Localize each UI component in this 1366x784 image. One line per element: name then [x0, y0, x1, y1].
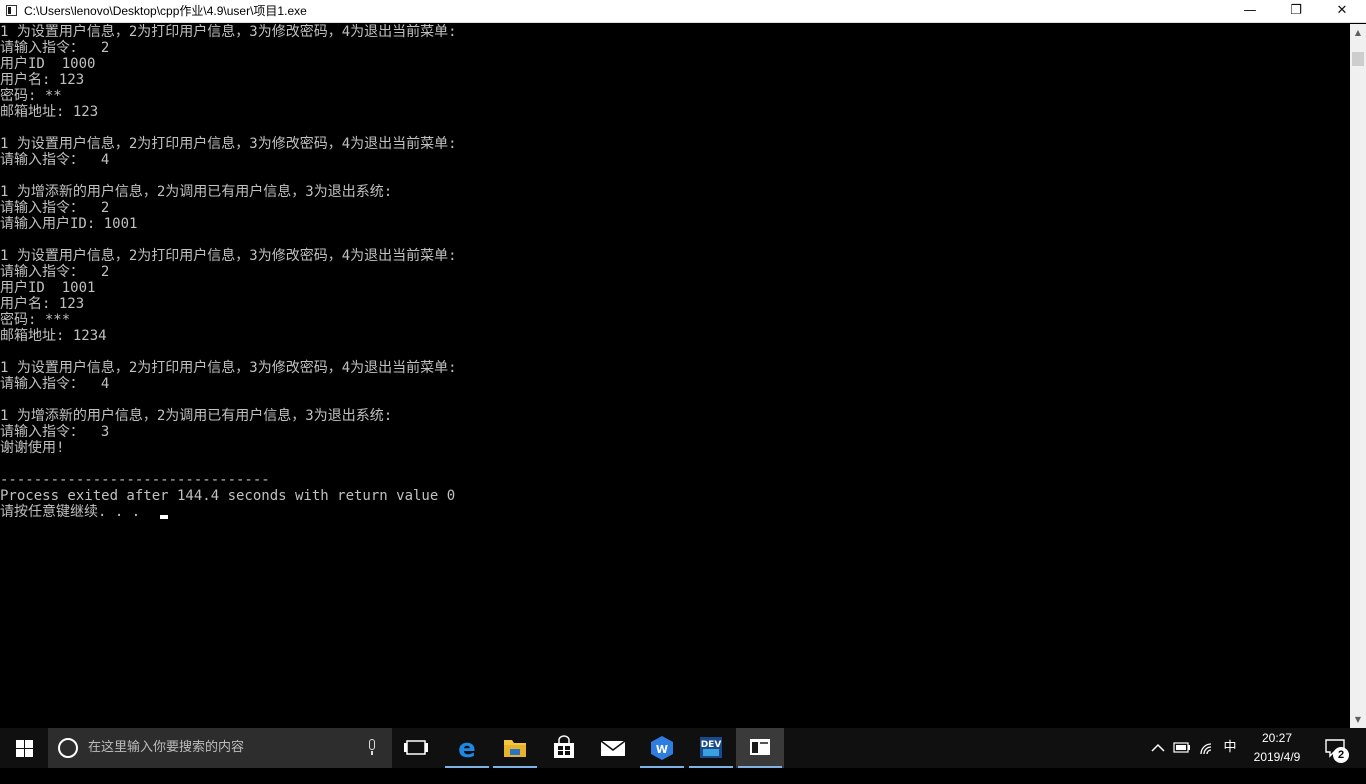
show-hidden-icons-button[interactable] — [1148, 728, 1168, 768]
console-line: 密码: ** — [0, 88, 62, 104]
edge-taskbar-button[interactable]: e — [443, 728, 491, 768]
console-line: 密码: *** — [0, 312, 71, 328]
dev-cpp-button[interactable]: DEV — [687, 728, 735, 768]
console-line: 请输入指令： 4 — [0, 376, 110, 392]
search-placeholder: 在这里输入你要搜索的内容 — [88, 740, 245, 755]
vertical-scrollbar[interactable]: ▲ ▼ — [1350, 24, 1366, 728]
console-line: 请输入用户ID: 1001 — [0, 216, 138, 232]
svg-text:W: W — [656, 743, 668, 756]
minimize-icon: — — [1243, 3, 1257, 18]
console-line: 用户名: 123 — [0, 296, 85, 312]
console-line: 请输入指令： 3 — [0, 424, 110, 440]
microphone-icon[interactable] — [367, 739, 377, 757]
console-taskbar-button[interactable] — [736, 728, 784, 768]
cortana-icon — [58, 738, 78, 758]
console-line: 请输入指令： 2 — [0, 40, 110, 56]
task-view-button[interactable] — [392, 728, 440, 768]
battery-button[interactable] — [1170, 728, 1194, 768]
console-line: 1 为设置用户信息，2为打印用户信息，3为修改密码，4为退出当前菜单: — [0, 136, 457, 152]
text-cursor — [160, 515, 168, 519]
console-icon — [750, 739, 770, 755]
chevron-up-icon — [1151, 743, 1165, 752]
clock-date[interactable]: 2019/4/9 — [1244, 749, 1310, 765]
close-button[interactable]: ✕ — [1319, 0, 1365, 22]
notification-count-badge: 2 — [1333, 747, 1349, 763]
console-app-icon — [6, 5, 17, 16]
file-explorer-button[interactable] — [491, 728, 539, 768]
minimize-button[interactable]: — — [1227, 0, 1273, 22]
console-line: -------------------------------- — [0, 472, 270, 488]
console-line: 用户ID 1001 — [0, 280, 96, 296]
scroll-thumb[interactable] — [1352, 52, 1364, 66]
dev-cpp-icon: DEV — [700, 737, 722, 758]
console-window: C:\Users\lenovo\Desktop\cpp作业\4.9\user\项… — [0, 0, 1366, 728]
scroll-down-arrow-icon[interactable]: ▼ — [1350, 711, 1366, 728]
svg-text:e: e — [458, 734, 476, 764]
network-button[interactable] — [1196, 728, 1220, 768]
battery-icon — [1173, 742, 1190, 753]
console-output[interactable]: 1 为设置用户信息，2为打印用户信息，3为修改密码，4为退出当前菜单: 请输入指… — [0, 24, 1350, 728]
restore-button[interactable]: ❐ — [1273, 0, 1319, 22]
task-view-icon — [404, 740, 428, 755]
console-line: 1 为设置用户信息，2为打印用户信息，3为修改密码，4为退出当前菜单: — [0, 248, 457, 264]
console-line: 请输入指令： 2 — [0, 264, 110, 280]
scroll-up-arrow-icon[interactable]: ▲ — [1350, 24, 1366, 41]
console-line: 1 为设置用户信息，2为打印用户信息，3为修改密码，4为退出当前菜单: — [0, 360, 457, 376]
wps-icon: W — [651, 736, 673, 760]
console-line: 邮箱地址: 123 — [0, 104, 99, 120]
restore-icon: ❐ — [1290, 3, 1302, 18]
close-icon: ✕ — [1336, 3, 1348, 18]
console-line: 请输入指令： 2 — [0, 200, 110, 216]
store-button[interactable] — [540, 728, 588, 768]
console-line: 1 为增添新的用户信息，2为调用已有用户信息，3为退出系统: — [0, 408, 393, 424]
clock-time[interactable]: 20:27 — [1244, 730, 1310, 746]
input-method-indicator[interactable]: 中 — [1218, 728, 1242, 768]
wps-button[interactable]: W — [638, 728, 686, 768]
console-line: 请输入指令： 4 — [0, 152, 110, 168]
console-line: Process exited after 144.4 seconds with … — [0, 488, 456, 504]
console-line: 1 为设置用户信息，2为打印用户信息，3为修改密码，4为退出当前菜单: — [0, 24, 457, 40]
wifi-icon — [1200, 743, 1212, 755]
folder-icon — [504, 740, 526, 757]
window-title: C:\Users\lenovo\Desktop\cpp作业\4.9\user\项… — [24, 4, 307, 18]
svg-text:DEV: DEV — [701, 740, 722, 750]
console-line: 邮箱地址: 1234 — [0, 328, 107, 344]
console-line: 用户名: 123 — [0, 72, 85, 88]
start-button[interactable] — [0, 728, 48, 768]
taskbar-search-box[interactable]: 在这里输入你要搜索的内容 — [48, 728, 392, 768]
taskbar: 在这里输入你要搜索的内容 e W DEV 中 20:27 2019/4/9 2 — [0, 728, 1366, 768]
mail-icon — [600, 740, 626, 756]
store-icon — [554, 735, 574, 758]
title-bar[interactable]: C:\Users\lenovo\Desktop\cpp作业\4.9\user\项… — [0, 0, 1366, 23]
console-line: 用户ID 1000 — [0, 56, 96, 72]
edge-icon: e — [458, 734, 476, 764]
console-line: 请按任意键继续. . . — [0, 504, 149, 520]
console-line: 1 为增添新的用户信息，2为调用已有用户信息，3为退出系统: — [0, 184, 393, 200]
mail-button[interactable] — [589, 728, 637, 768]
console-line: 谢谢使用! — [0, 440, 65, 456]
